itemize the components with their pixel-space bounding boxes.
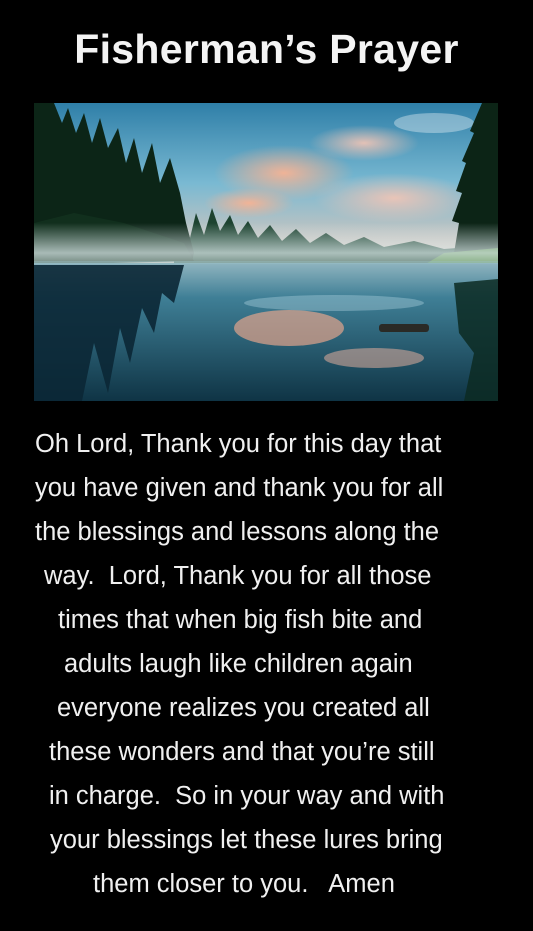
page-title: Fisherman’s Prayer (74, 26, 459, 72)
prayer-line: Oh Lord, Thank you for this day that (35, 430, 442, 458)
prayer-line: you have given and thank you for all (35, 474, 444, 502)
prayer-line: adults laugh like children again (64, 650, 413, 678)
prayer-line: way. Lord, Thank you for all those (44, 562, 432, 590)
prayer-line: these wonders and that you’re still (49, 738, 435, 766)
prayer-line: your blessings let these lures bring (50, 826, 443, 854)
prayer-line: in charge. So in your way and with (49, 782, 445, 810)
lake-landscape-image (34, 103, 498, 401)
prayer-line: times that when big fish bite and (58, 606, 423, 634)
prayer-line: them closer to you. Amen (93, 870, 395, 898)
prayer-line: everyone realizes you created all (57, 694, 430, 722)
prayer-line: the blessings and lessons along the (35, 518, 440, 546)
